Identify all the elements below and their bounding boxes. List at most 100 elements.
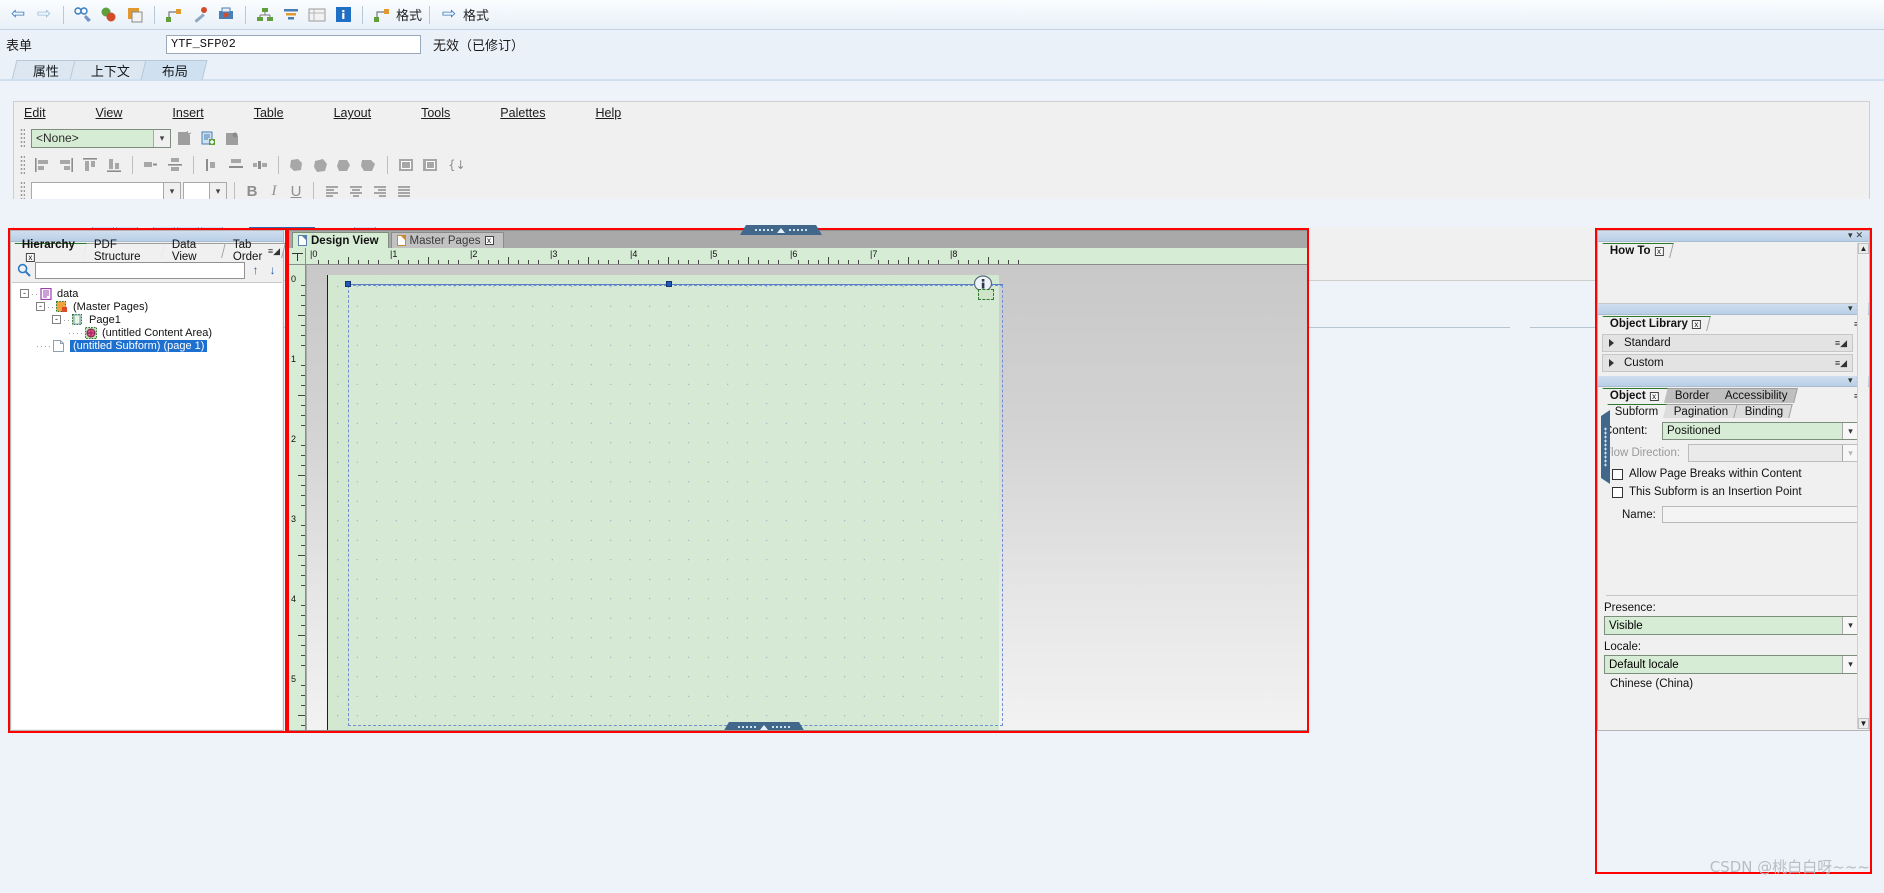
- lock-style-icon[interactable]: [221, 127, 243, 149]
- library-group-standard[interactable]: Standard ≡◢: [1602, 334, 1853, 352]
- ruler-corner[interactable]: [289, 248, 306, 265]
- page-break-handle-bottom[interactable]: [723, 722, 805, 730]
- insert-node-icon[interactable]: [162, 4, 186, 26]
- menu-help[interactable]: Help: [595, 106, 649, 120]
- align-bottom-icon[interactable]: [103, 154, 125, 176]
- menu-tools[interactable]: Tools: [421, 106, 478, 120]
- close-icon[interactable]: x: [1691, 320, 1701, 329]
- how-to-titlebar[interactable]: ▾✕: [1598, 230, 1869, 242]
- table-icon[interactable]: [305, 4, 329, 26]
- search-next-icon[interactable]: ↓: [266, 263, 279, 277]
- tree-row[interactable]: ···· (untitled Content Area): [12, 326, 282, 339]
- font-family-combo[interactable]: ▾: [31, 182, 181, 200]
- hierarchy-icon[interactable]: [253, 4, 277, 26]
- close-icon[interactable]: x: [1654, 247, 1664, 256]
- tab-how-to[interactable]: How To x: [1599, 243, 1674, 258]
- ungroup-icon[interactable]: [419, 154, 441, 176]
- new-style-icon[interactable]: [173, 127, 195, 149]
- tree-row[interactable]: ···· (untitled Subform) (page 1): [12, 339, 282, 352]
- subtab-pagination[interactable]: Pagination: [1663, 404, 1739, 418]
- align-center-vertical-icon[interactable]: [164, 154, 186, 176]
- presence-dropdown[interactable]: Visible ▾: [1604, 616, 1859, 635]
- tab-border[interactable]: Border: [1663, 388, 1720, 403]
- scroll-up-icon[interactable]: ▲: [1858, 243, 1869, 254]
- design-canvas[interactable]: [307, 265, 1307, 730]
- object-palette-titlebar[interactable]: ▾✕: [1598, 375, 1869, 387]
- object-library-titlebar[interactable]: ▾✕: [1598, 303, 1869, 315]
- menu-edit[interactable]: Edit: [24, 106, 74, 120]
- toolbar-grip[interactable]: [20, 181, 25, 201]
- sap-tab-properties[interactable]: 属性: [11, 60, 79, 80]
- bring-to-front-icon[interactable]: [286, 154, 308, 176]
- font-size-combo[interactable]: ▾: [183, 182, 227, 200]
- canvas-collapse-handle-top[interactable]: [740, 225, 822, 235]
- tree-row[interactable]: - ·· Page1: [12, 313, 282, 326]
- align-left-icon[interactable]: [31, 154, 53, 176]
- subform-selection-outline[interactable]: [348, 285, 1003, 726]
- align-top-icon[interactable]: [79, 154, 101, 176]
- close-icon[interactable]: x: [484, 236, 494, 245]
- send-backward-icon[interactable]: [334, 154, 356, 176]
- align-right-icon[interactable]: [55, 154, 77, 176]
- subtab-binding[interactable]: Binding: [1734, 404, 1793, 418]
- underline-icon[interactable]: U: [286, 183, 306, 200]
- activate-icon[interactable]: [97, 4, 121, 26]
- group-menu-icon[interactable]: ≡◢: [1835, 338, 1847, 349]
- name-input[interactable]: [1662, 506, 1859, 523]
- bring-forward-icon[interactable]: [310, 154, 332, 176]
- content-area-marker[interactable]: [978, 289, 994, 300]
- right-panel-scrollbar[interactable]: ▲ ▼: [1857, 243, 1869, 729]
- tab-accessibility[interactable]: Accessibility: [1714, 388, 1798, 403]
- locale-dropdown[interactable]: Default locale ▾: [1604, 655, 1859, 674]
- apply-style-icon[interactable]: [197, 127, 219, 149]
- menu-layout[interactable]: Layout: [334, 106, 400, 120]
- content-dropdown[interactable]: Positioned ▾: [1662, 422, 1859, 440]
- how-to-controls[interactable]: ▾✕: [1848, 230, 1866, 241]
- bold-icon[interactable]: B: [242, 183, 262, 200]
- tab-master-pages[interactable]: Master Pages x: [390, 232, 504, 248]
- chevron-down-icon[interactable]: ▾: [1842, 617, 1858, 634]
- info-icon[interactable]: [331, 4, 355, 26]
- tree-row[interactable]: - ·· (Master Pages): [12, 300, 282, 313]
- tree-expander[interactable]: -: [36, 302, 45, 311]
- format-button-1[interactable]: 格式: [370, 4, 422, 26]
- copy-icon[interactable]: [123, 4, 147, 26]
- selection-handle-top-center[interactable]: [666, 281, 672, 287]
- chevron-right-icon[interactable]: [1609, 359, 1614, 367]
- toolbar-grip[interactable]: [20, 155, 25, 175]
- forward-arrow-icon[interactable]: ⇨: [32, 4, 56, 26]
- chevron-down-icon[interactable]: ▾: [153, 129, 170, 147]
- print-preview-icon[interactable]: [214, 4, 238, 26]
- search-icon[interactable]: [17, 263, 31, 277]
- italic-icon[interactable]: I: [264, 183, 284, 200]
- sap-tab-layout[interactable]: 布局: [140, 60, 208, 80]
- tab-hierarchy[interactable]: Hierarchy x: [11, 239, 89, 262]
- close-icon[interactable]: x: [1649, 392, 1659, 401]
- chevron-right-icon[interactable]: [1609, 339, 1614, 347]
- tab-design-view[interactable]: Design View: [292, 232, 389, 248]
- chevron-down-icon[interactable]: ▾: [163, 183, 180, 200]
- tab-object[interactable]: Object x: [1599, 388, 1669, 403]
- subtab-subform[interactable]: Subform: [1604, 404, 1669, 418]
- align-center-horizontal-icon[interactable]: [140, 154, 162, 176]
- back-arrow-icon[interactable]: ⇦: [6, 4, 30, 26]
- chevron-down-icon[interactable]: ▾: [209, 183, 226, 200]
- tab-order-icon[interactable]: {↓}: [443, 154, 465, 176]
- distribute-vertical-centers-icon[interactable]: [225, 154, 247, 176]
- insertion-point-checkbox[interactable]: [1612, 486, 1623, 498]
- chevron-down-icon[interactable]: ▾: [1842, 423, 1858, 439]
- insertion-point-row[interactable]: This Subform is an Insertion Point: [1598, 480, 1869, 498]
- menu-view[interactable]: View: [96, 106, 151, 120]
- style-combo[interactable]: <None> ▾: [31, 128, 171, 148]
- tree-row[interactable]: - ·· data: [12, 287, 282, 300]
- distribute-horizontal-icon[interactable]: [201, 154, 223, 176]
- distribute-spacing-icon[interactable]: [249, 154, 271, 176]
- sap-tab-context[interactable]: 上下文: [69, 60, 150, 80]
- tree-expander[interactable]: -: [20, 289, 29, 298]
- send-to-back-icon[interactable]: [358, 154, 380, 176]
- panel-menu-icon[interactable]: ≡◢: [268, 246, 280, 257]
- menu-palettes[interactable]: Palettes: [500, 106, 573, 120]
- selection-handle-top-left[interactable]: [345, 281, 351, 287]
- hierarchy-search-input[interactable]: [35, 261, 245, 279]
- tree-expander[interactable]: -: [52, 315, 61, 324]
